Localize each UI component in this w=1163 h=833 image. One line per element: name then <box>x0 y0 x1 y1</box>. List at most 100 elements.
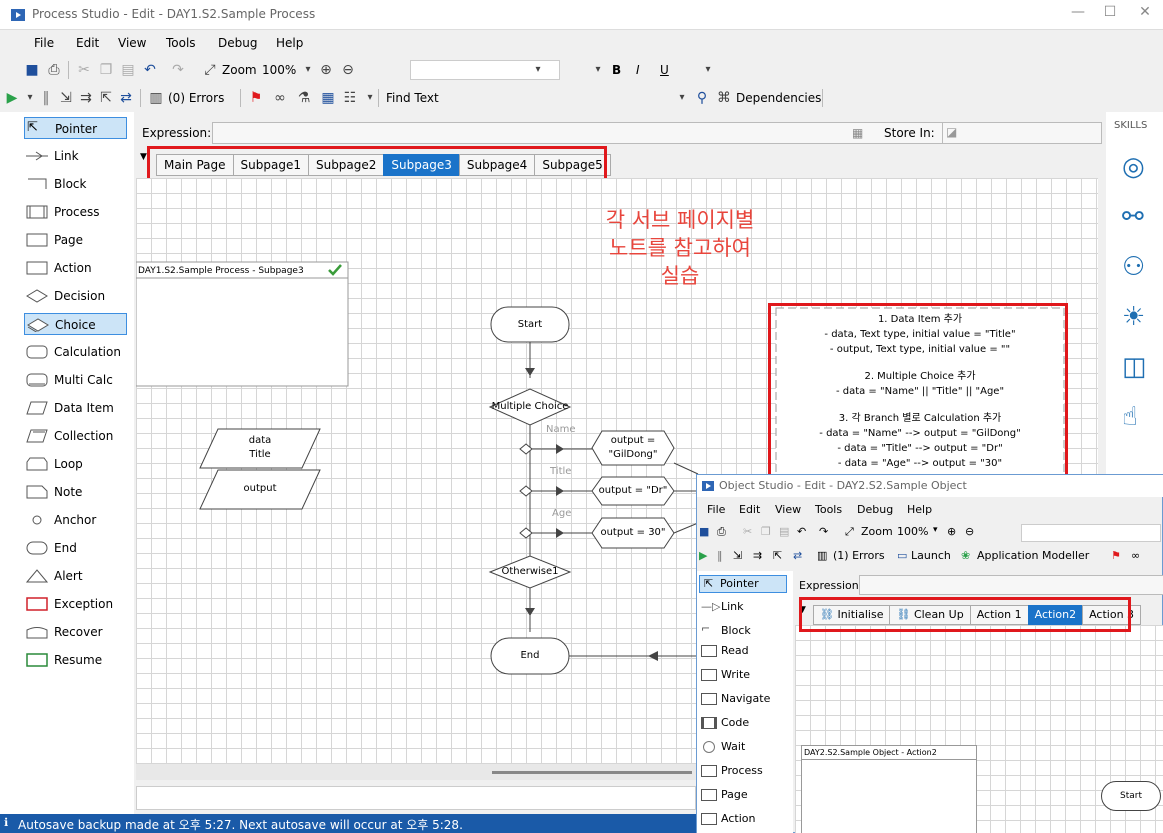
object-breakpoint-icon[interactable]: ⚑ <box>1111 549 1121 562</box>
object-menu-file[interactable]: File <box>707 503 725 516</box>
idea-skill-icon[interactable]: ☀ <box>1122 302 1145 332</box>
save-icon[interactable]: ■ <box>24 62 40 78</box>
object-zoom-in-icon[interactable]: ⊕ <box>947 525 956 538</box>
palette-multi-calc[interactable]: Multi Calc <box>24 369 127 391</box>
scrollbar-thumb[interactable] <box>492 771 692 774</box>
step-out-icon[interactable]: ⇱ <box>98 90 114 106</box>
breakpoint-icon[interactable]: ⚑ <box>248 90 264 106</box>
object-palette-block[interactable]: ⌐ Block <box>699 621 787 639</box>
grid-icon[interactable]: ▦ <box>320 90 336 106</box>
object-cut-icon[interactable]: ✂ <box>743 525 752 538</box>
object-palette-action[interactable]: Action <box>699 811 787 829</box>
dependencies-button[interactable]: Dependencies <box>736 91 821 105</box>
object-palette-navigate[interactable]: Navigate <box>699 691 787 709</box>
validate-icon[interactable]: ⚗ <box>296 90 312 106</box>
object-canvas[interactable]: DAY2.S2.Sample Object - Action2 Start <box>795 625 1163 833</box>
object-palette-process[interactable]: Process <box>699 763 787 781</box>
object-step-icon[interactable]: ⇲ <box>733 549 742 562</box>
menu-tools[interactable]: Tools <box>166 36 196 50</box>
object-menu-view[interactable]: View <box>775 503 801 516</box>
print-icon[interactable]: ⎙ <box>46 62 62 78</box>
run-dropdown-icon[interactable]: ▾ <box>22 90 38 106</box>
palette-collection[interactable]: Collection <box>24 425 127 447</box>
minimize-button[interactable]: — <box>1063 4 1093 24</box>
store-in-input[interactable] <box>942 122 1102 144</box>
italic-button[interactable]: I <box>636 63 640 77</box>
zoom-dropdown-icon[interactable]: ▾ <box>300 62 316 78</box>
palette-alert[interactable]: Alert <box>24 565 127 587</box>
object-link-icon[interactable]: ∞ <box>1131 549 1140 562</box>
object-zoom-dropdown-icon[interactable]: ▾ <box>933 525 938 535</box>
workflow-skill-icon[interactable]: ⚯ <box>1122 202 1144 232</box>
palette-decision[interactable]: Decision <box>24 285 127 307</box>
palette-recover[interactable]: Recover <box>24 621 127 643</box>
object-font-combo[interactable] <box>1021 524 1161 542</box>
object-copy-icon[interactable]: ❐ <box>761 525 771 538</box>
undo-icon[interactable]: ↶ <box>142 62 158 78</box>
object-pause-icon[interactable]: ‖ <box>717 549 723 562</box>
layout-dropdown-icon[interactable]: ▾ <box>362 90 378 106</box>
find-dropdown-icon[interactable]: ▾ <box>674 90 690 106</box>
hand-skill-icon[interactable]: ☝ <box>1122 402 1138 432</box>
document-skill-icon[interactable]: ◫ <box>1122 352 1147 382</box>
run-icon[interactable]: ▶ <box>4 90 20 106</box>
object-menu-help[interactable]: Help <box>907 503 932 516</box>
palette-loop[interactable]: Loop <box>24 453 127 475</box>
object-reset-icon[interactable]: ⇄ <box>793 549 802 562</box>
step-over-icon[interactable]: ⇉ <box>78 90 94 106</box>
menu-help[interactable]: Help <box>276 36 303 50</box>
object-palette-code[interactable]: Code <box>699 715 787 733</box>
zoom-value[interactable]: 100% <box>262 63 296 77</box>
tab-menu-dropdown-icon[interactable]: ▼ <box>140 152 147 162</box>
palette-page[interactable]: Page <box>24 229 127 251</box>
object-palette-pointer[interactable]: ⇱ Pointer <box>699 575 787 593</box>
step-icon[interactable]: ⇲ <box>58 90 74 106</box>
link-icon[interactable]: ∞ <box>272 90 288 106</box>
redo-icon[interactable]: ↷ <box>170 62 186 78</box>
object-step-over-icon[interactable]: ⇉ <box>753 549 762 562</box>
copy-icon[interactable]: ❐ <box>98 62 114 78</box>
data-item-picker-icon[interactable]: ◪ <box>946 125 957 139</box>
palette-process[interactable]: Process <box>24 201 127 223</box>
menu-edit[interactable]: Edit <box>76 36 99 50</box>
paste-icon[interactable]: ▤ <box>120 62 136 78</box>
palette-calculation[interactable]: Calculation <box>24 341 127 363</box>
reset-icon[interactable]: ⇄ <box>118 90 134 106</box>
object-menu-tools[interactable]: Tools <box>815 503 842 516</box>
palette-end[interactable]: End <box>24 537 127 559</box>
object-zoom-out-icon[interactable]: ⊖ <box>965 525 974 538</box>
object-save-icon[interactable]: ■ <box>699 525 709 538</box>
close-button[interactable]: ✕ <box>1130 4 1160 24</box>
eye-skill-icon[interactable]: ◎ <box>1122 152 1145 182</box>
palette-note[interactable]: Note <box>24 481 127 503</box>
object-palette-read[interactable]: Read <box>699 643 787 661</box>
font-dropdown-icon[interactable]: ▾ <box>530 62 546 78</box>
object-step-out-icon[interactable]: ⇱ <box>773 549 782 562</box>
cut-icon[interactable]: ✂ <box>76 62 92 78</box>
palette-link[interactable]: Link <box>24 145 127 167</box>
expression-builder-icon[interactable]: ▦ <box>852 126 863 140</box>
object-print-icon[interactable]: ⎙ <box>717 525 726 539</box>
maximize-button[interactable]: ☐ <box>1095 4 1125 24</box>
object-undo-icon[interactable]: ↶ <box>797 525 806 538</box>
underline-button[interactable]: U <box>660 63 669 77</box>
palette-resume[interactable]: Resume <box>24 649 127 671</box>
bold-button[interactable]: B <box>612 63 621 77</box>
object-menu-edit[interactable]: Edit <box>739 503 760 516</box>
palette-data-item[interactable]: Data Item <box>24 397 127 419</box>
object-palette-wait[interactable]: Wait <box>699 739 787 757</box>
object-palette-write[interactable]: Write <box>699 667 787 685</box>
output-panel[interactable] <box>136 786 696 810</box>
font-size-dropdown-icon[interactable]: ▾ <box>590 62 606 78</box>
object-palette-link[interactable]: —▷ Link <box>699 599 787 617</box>
object-palette-page[interactable]: Page <box>699 787 787 805</box>
object-start-stage[interactable]: Start <box>1101 781 1161 811</box>
menu-file[interactable]: File <box>34 36 54 50</box>
object-paste-icon[interactable]: ▤ <box>779 525 789 538</box>
launch-button[interactable]: Launch <box>911 549 951 562</box>
menu-view[interactable]: View <box>118 36 146 50</box>
palette-block[interactable]: Block <box>24 173 127 195</box>
palette-exception[interactable]: Exception <box>24 593 127 615</box>
app-modeller-button[interactable]: Application Modeller <box>977 549 1089 562</box>
zoom-out-icon[interactable]: ⊖ <box>340 62 356 78</box>
